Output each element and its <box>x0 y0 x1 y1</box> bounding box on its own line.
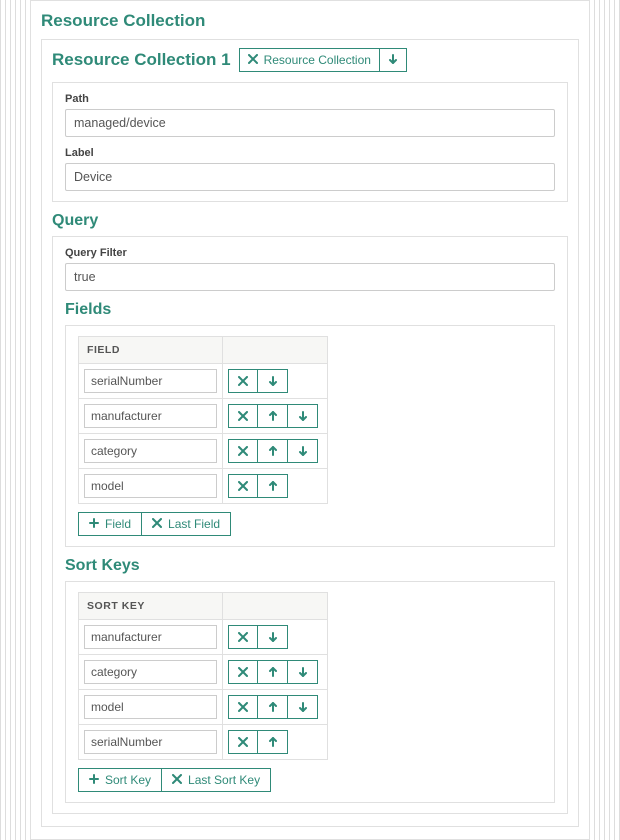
remove-field-button[interactable] <box>228 369 258 393</box>
query-filter-input[interactable] <box>65 263 555 291</box>
move-sort-key-down-button[interactable] <box>288 695 318 719</box>
sort-key-input[interactable] <box>84 660 217 684</box>
arrow-down-icon <box>298 409 308 424</box>
remove-sort-key-button[interactable] <box>228 730 258 754</box>
arrow-up-icon <box>268 409 278 424</box>
field-actions-column-header <box>223 336 328 364</box>
move-field-up-button[interactable] <box>258 439 288 463</box>
field-input[interactable] <box>84 474 217 498</box>
sort-key-cell <box>78 655 223 690</box>
field-actions-cell <box>223 434 328 469</box>
field-cell <box>78 469 223 504</box>
move-field-down-button[interactable] <box>258 369 288 393</box>
remove-sort-key-button[interactable] <box>228 660 258 684</box>
sort-key-actions-cell <box>223 690 328 725</box>
sort-key-cell <box>78 620 223 655</box>
move-sort-key-up-button[interactable] <box>258 730 288 754</box>
sort-key-column-header: SORT KEY <box>78 592 223 620</box>
close-icon <box>238 374 248 389</box>
move-field-up-button[interactable] <box>258 404 288 428</box>
resource-collection-heading: Resource Collection <box>41 11 579 31</box>
field-cell <box>78 364 223 399</box>
close-icon <box>238 409 248 424</box>
plus-icon <box>89 518 99 530</box>
label-input[interactable] <box>65 163 555 191</box>
remove-field-button[interactable] <box>228 439 258 463</box>
sort-key-input[interactable] <box>84 730 217 754</box>
remove-resource-collection-label: Resource Collection <box>264 54 371 66</box>
sort-key-actions-cell <box>223 655 328 690</box>
fields-heading: Fields <box>65 301 555 319</box>
sort-key-cell <box>78 725 223 760</box>
field-actions-cell <box>223 364 328 399</box>
arrow-down-icon <box>268 630 278 645</box>
field-actions-cell <box>223 399 328 434</box>
add-sort-key-label: Sort Key <box>105 774 151 786</box>
remove-resource-collection-button[interactable]: Resource Collection <box>239 48 380 72</box>
remove-sort-key-button[interactable] <box>228 625 258 649</box>
add-field-button[interactable]: Field <box>78 512 142 536</box>
remove-sort-key-button[interactable] <box>228 695 258 719</box>
query-heading: Query <box>52 212 568 230</box>
last-sort-key-label: Last Sort Key <box>188 774 260 786</box>
move-sort-key-down-button[interactable] <box>288 660 318 684</box>
plus-icon <box>89 774 99 786</box>
sort-key-input[interactable] <box>84 625 217 649</box>
sort-key-actions-cell <box>223 620 328 655</box>
move-field-up-button[interactable] <box>258 474 288 498</box>
close-icon <box>238 444 248 459</box>
path-input[interactable] <box>65 109 555 137</box>
close-icon <box>238 665 248 680</box>
remove-field-button[interactable] <box>228 404 258 428</box>
last-field-button[interactable]: Last Field <box>142 512 231 536</box>
close-icon <box>238 479 248 494</box>
sort-key-actions-cell <box>223 725 328 760</box>
close-icon <box>238 630 248 645</box>
close-icon <box>172 774 182 786</box>
arrow-up-icon <box>268 735 278 750</box>
close-icon <box>238 700 248 715</box>
arrow-down-icon <box>268 374 278 389</box>
move-resource-collection-down-button[interactable] <box>380 48 407 72</box>
field-input[interactable] <box>84 404 217 428</box>
resource-collection-1-heading: Resource Collection 1 <box>52 50 231 70</box>
arrow-down-icon <box>298 700 308 715</box>
path-label: Path <box>65 93 555 105</box>
arrow-up-icon <box>268 665 278 680</box>
field-column-header: FIELD <box>78 336 223 364</box>
close-icon <box>152 518 162 530</box>
close-icon <box>248 54 258 66</box>
arrow-down-icon <box>298 665 308 680</box>
remove-field-button[interactable] <box>228 474 258 498</box>
arrow-down-icon <box>388 54 398 66</box>
query-filter-label: Query Filter <box>65 247 555 259</box>
arrow-up-icon <box>268 444 278 459</box>
move-field-down-button[interactable] <box>288 439 318 463</box>
sort-key-input[interactable] <box>84 695 217 719</box>
arrow-down-icon <box>298 444 308 459</box>
field-cell <box>78 434 223 469</box>
sort-key-actions-column-header <box>223 592 328 620</box>
add-sort-key-button[interactable]: Sort Key <box>78 768 162 792</box>
field-input[interactable] <box>84 369 217 393</box>
label-label: Label <box>65 147 555 159</box>
arrow-up-icon <box>268 700 278 715</box>
field-cell <box>78 399 223 434</box>
sort-key-cell <box>78 690 223 725</box>
arrow-up-icon <box>268 479 278 494</box>
add-field-label: Field <box>105 518 131 530</box>
move-sort-key-down-button[interactable] <box>258 625 288 649</box>
field-actions-cell <box>223 469 328 504</box>
sort-keys-heading: Sort Keys <box>65 557 555 575</box>
close-icon <box>238 735 248 750</box>
last-field-label: Last Field <box>168 518 220 530</box>
last-sort-key-button[interactable]: Last Sort Key <box>162 768 271 792</box>
move-sort-key-up-button[interactable] <box>258 660 288 684</box>
move-sort-key-up-button[interactable] <box>258 695 288 719</box>
field-input[interactable] <box>84 439 217 463</box>
move-field-down-button[interactable] <box>288 404 318 428</box>
